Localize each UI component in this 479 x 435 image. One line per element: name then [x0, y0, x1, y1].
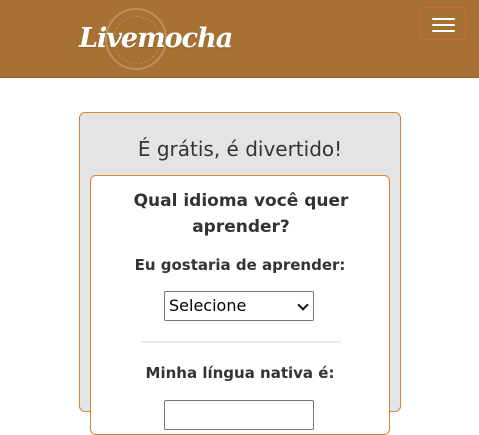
livemocha-logo[interactable]: Livemocha: [79, 6, 233, 72]
section-divider: [141, 341, 341, 343]
language-selection-panel: Qual idioma você quer aprender? Eu gosta…: [90, 175, 390, 435]
chevron-down-icon: [297, 299, 309, 311]
native-language-select[interactable]: [164, 400, 314, 430]
native-language-label: Minha língua nativa é:: [145, 364, 335, 382]
learn-language-select-value: Selecione: [169, 296, 247, 315]
top-navbar: Livemocha: [0, 0, 479, 78]
learn-language-select[interactable]: Selecione: [164, 291, 314, 321]
language-question-heading: Qual idioma você quer aprender?: [133, 191, 349, 237]
hamburger-menu-button[interactable]: [420, 7, 466, 40]
signup-card: É grátis, é divertido! Qual idioma você …: [79, 112, 401, 435]
logo-text: Livemocha: [79, 23, 233, 54]
learn-language-label: Eu gostaria de aprender:: [134, 256, 346, 274]
tagline: É grátis, é divertido!: [137, 137, 343, 161]
hamburger-icon: [432, 18, 455, 20]
